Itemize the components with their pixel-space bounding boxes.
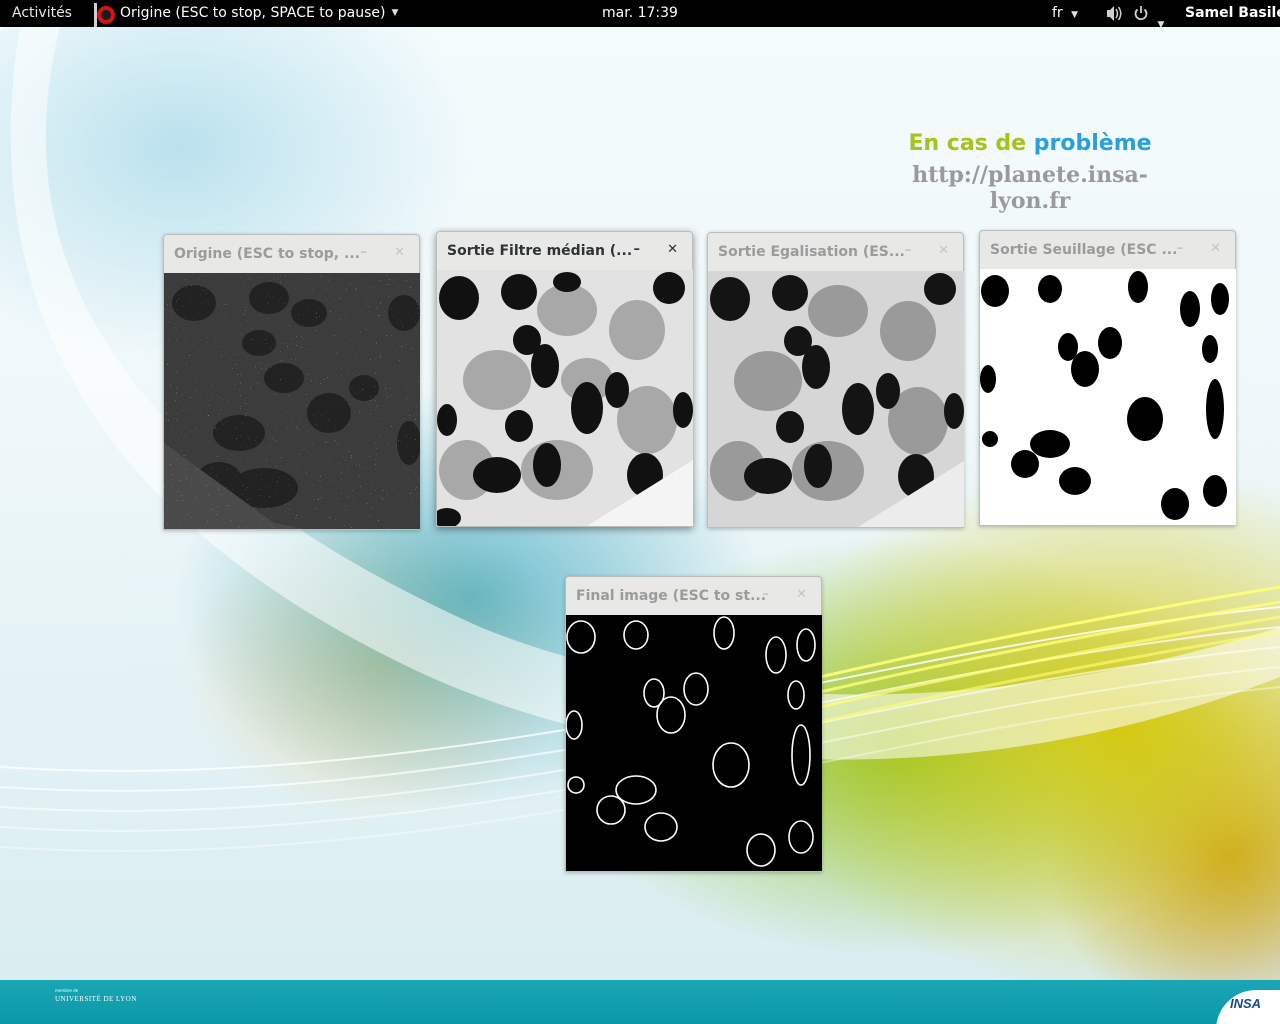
clock[interactable]: mar. 17:39 <box>602 5 678 21</box>
universite-de-lyon-logo: membre de UNIVERSITÉ DE LYON <box>55 988 137 1003</box>
univ-text: UNIVERSITÉ DE LYON <box>55 995 137 1003</box>
window-title: Sortie Filtre médian (... <box>447 243 633 259</box>
app-menu[interactable]: Origine (ESC to stop, SPACE to pause) ▼ <box>94 0 399 28</box>
top-bar: Activités Origine (ESC to stop, SPACE to… <box>0 0 1280 30</box>
desktop: En cas de problème http://planete.insa-l… <box>0 27 1280 1024</box>
insa-logo: INSA <box>1216 990 1280 1024</box>
minimize-button[interactable]: – <box>763 577 770 613</box>
app-menu-title: Origine (ESC to stop, SPACE to pause) <box>120 5 386 21</box>
image-origine <box>164 273 420 529</box>
window-titlebar[interactable]: Origine (ESC to stop, ... – ✕ <box>164 235 419 273</box>
camera-record-icon <box>94 2 118 28</box>
close-button[interactable]: ✕ <box>1210 231 1221 267</box>
window-titlebar[interactable]: Sortie Egalisation (ES... – ✕ <box>708 233 963 271</box>
banner-text-blue: problème <box>1033 131 1152 156</box>
window-final-image[interactable]: Final image (ESC to st... – ✕ <box>565 576 822 872</box>
banner-url: http://planete.insa-lyon.fr <box>912 162 1148 214</box>
minimize-button[interactable]: – <box>634 232 641 268</box>
close-button[interactable]: ✕ <box>667 232 678 268</box>
banner-text-green: En cas de <box>908 131 1027 156</box>
close-button[interactable]: ✕ <box>796 577 807 613</box>
window-titlebar[interactable]: Final image (ESC to st... – ✕ <box>566 577 821 615</box>
window-title: Sortie Egalisation (ES... <box>718 244 905 260</box>
volume-icon[interactable] <box>1105 0 1123 27</box>
minimize-button[interactable]: – <box>361 235 368 271</box>
help-banner: En cas de problème http://planete.insa-l… <box>880 131 1180 214</box>
window-title: Origine (ESC to stop, ... <box>174 246 360 262</box>
chevron-down-icon: ▼ <box>391 8 399 18</box>
image-final <box>566 615 822 871</box>
window-titlebar[interactable]: Sortie Seuillage (ESC ... – ✕ <box>980 231 1235 269</box>
window-title: Final image (ESC to st... <box>576 588 767 604</box>
image-egalisation <box>708 271 964 527</box>
window-seuillage[interactable]: Sortie Seuillage (ESC ... – ✕ <box>979 230 1236 526</box>
close-button[interactable]: ✕ <box>938 233 949 269</box>
univ-small-text: membre de <box>55 988 79 993</box>
window-title: Sortie Seuillage (ESC ... <box>990 242 1178 258</box>
image-seuillage <box>980 269 1236 525</box>
minimize-button[interactable]: – <box>905 233 912 269</box>
window-filtre-median[interactable]: Sortie Filtre médian (... – ✕ <box>436 231 693 527</box>
close-button[interactable]: ✕ <box>394 235 405 271</box>
window-titlebar[interactable]: Sortie Filtre médian (... – ✕ <box>437 232 692 270</box>
window-origine[interactable]: Origine (ESC to stop, ... – ✕ <box>163 234 420 530</box>
window-egalisation[interactable]: Sortie Egalisation (ES... – ✕ <box>707 232 964 528</box>
minimize-button[interactable]: – <box>1177 231 1184 267</box>
user-menu[interactable]: Samel Basile <box>1185 0 1280 27</box>
chevron-down-icon: ▼ <box>1071 10 1079 20</box>
system-menu[interactable]: ▼ <box>1133 0 1164 30</box>
wallpaper-footer: membre de UNIVERSITÉ DE LYON INSA <box>0 980 1280 1024</box>
language-menu[interactable]: fr ▼ <box>1052 0 1078 27</box>
image-filtre-median <box>437 270 693 526</box>
activities-button[interactable]: Activités <box>12 0 72 27</box>
language-label: fr <box>1052 5 1063 21</box>
